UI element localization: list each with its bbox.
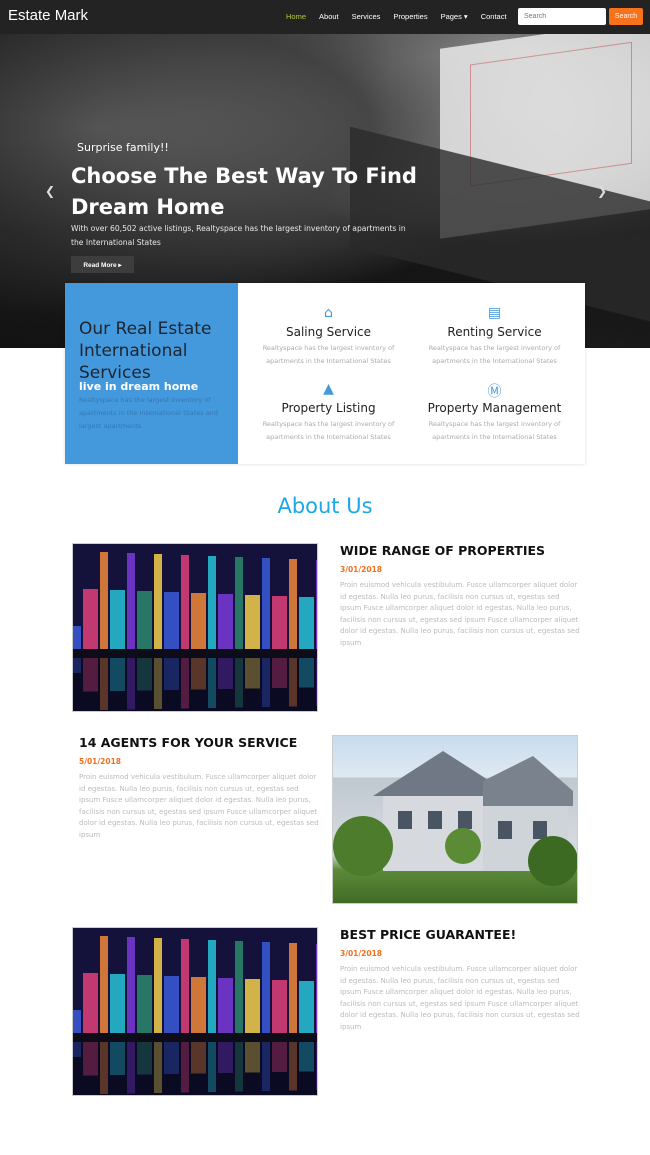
- nav-pages-dropdown[interactable]: Pages ▾: [441, 12, 468, 21]
- city-image: [72, 927, 318, 1096]
- article-date: 5/01/2018: [79, 757, 122, 766]
- hero-title: Choose The Best Way To Find Dream Home: [71, 164, 417, 219]
- service-text: Realtyspace has the largest inventory of…: [428, 344, 561, 365]
- service-title: Renting Service: [447, 325, 542, 339]
- services-title: Our Real Estate International Services: [79, 319, 212, 383]
- service-title: Property Listing: [281, 401, 376, 415]
- services-intro: Our Real Estate International Services l…: [65, 283, 238, 464]
- service-text: Realtyspace has the largest inventory of…: [262, 420, 395, 441]
- article-date: 3/01/2018: [340, 565, 383, 574]
- service-item: ▲ Property Listing Realtyspace has the l…: [246, 381, 411, 444]
- service-item: ▤ Renting Service Realtyspace has the la…: [412, 305, 577, 368]
- nav-services[interactable]: Services: [352, 12, 381, 21]
- city-skyline-illustration: [73, 928, 317, 1095]
- about-heading: About Us: [277, 494, 373, 518]
- hero-subtitle: Surprise family!!: [77, 141, 169, 154]
- home-icon: ⌂: [324, 305, 333, 321]
- house-image: [332, 735, 578, 904]
- service-text: Realtyspace has the largest inventory of…: [428, 420, 561, 441]
- services-description: Realtyspace has the largest inventory of…: [79, 396, 218, 430]
- garage-icon: ▤: [487, 305, 502, 321]
- services-subtitle: live in dream home: [79, 380, 199, 393]
- search-button[interactable]: Search: [609, 8, 643, 25]
- nav-menu: Home About Services Properties Pages ▾ C…: [286, 12, 520, 21]
- search-input[interactable]: [518, 8, 606, 25]
- service-item: Ⓜ Property Management Realtyspace has th…: [412, 381, 577, 444]
- service-title: Property Management: [427, 401, 562, 415]
- article-date: 3/01/2018: [340, 949, 383, 958]
- carousel-next-icon[interactable]: ❯: [597, 184, 607, 198]
- nav-about[interactable]: About: [319, 12, 339, 21]
- nav-home[interactable]: Home: [286, 12, 306, 21]
- nav-properties[interactable]: Properties: [393, 12, 427, 21]
- navbar: Estate Mark Home About Services Properti…: [0, 0, 650, 34]
- city-image: [72, 543, 318, 712]
- services-card: Our Real Estate International Services l…: [65, 283, 585, 464]
- listing-icon: ▲: [323, 381, 334, 397]
- city-skyline-illustration: [73, 544, 317, 711]
- carousel-prev-icon[interactable]: ❮: [45, 184, 55, 198]
- service-title: Saling Service: [285, 325, 372, 339]
- article-text: Proin euismod vehicula vestibulum. Fusce…: [79, 773, 319, 839]
- article-title: 14 AGENTS FOR YOUR SERVICE: [79, 735, 298, 750]
- article-text: Proin euismod vehicula vestibulum. Fusce…: [340, 581, 580, 647]
- brand-logo[interactable]: Estate Mark: [8, 7, 88, 24]
- article-text: Proin euismod vehicula vestibulum. Fusce…: [340, 965, 580, 1031]
- read-more-button[interactable]: Read More ▸: [71, 256, 134, 273]
- management-icon: Ⓜ: [487, 384, 502, 400]
- article-title: BEST PRICE GUARANTEE!: [340, 927, 517, 942]
- service-text: Realtyspace has the largest inventory of…: [262, 344, 395, 365]
- nav-contact[interactable]: Contact: [481, 12, 507, 21]
- hero-description: With over 60,502 active listings, Realty…: [71, 224, 406, 247]
- house-illustration: [333, 751, 577, 886]
- article-title: WIDE RANGE OF PROPERTIES: [340, 543, 546, 558]
- service-item: ⌂ Saling Service Realtyspace has the lar…: [246, 305, 411, 368]
